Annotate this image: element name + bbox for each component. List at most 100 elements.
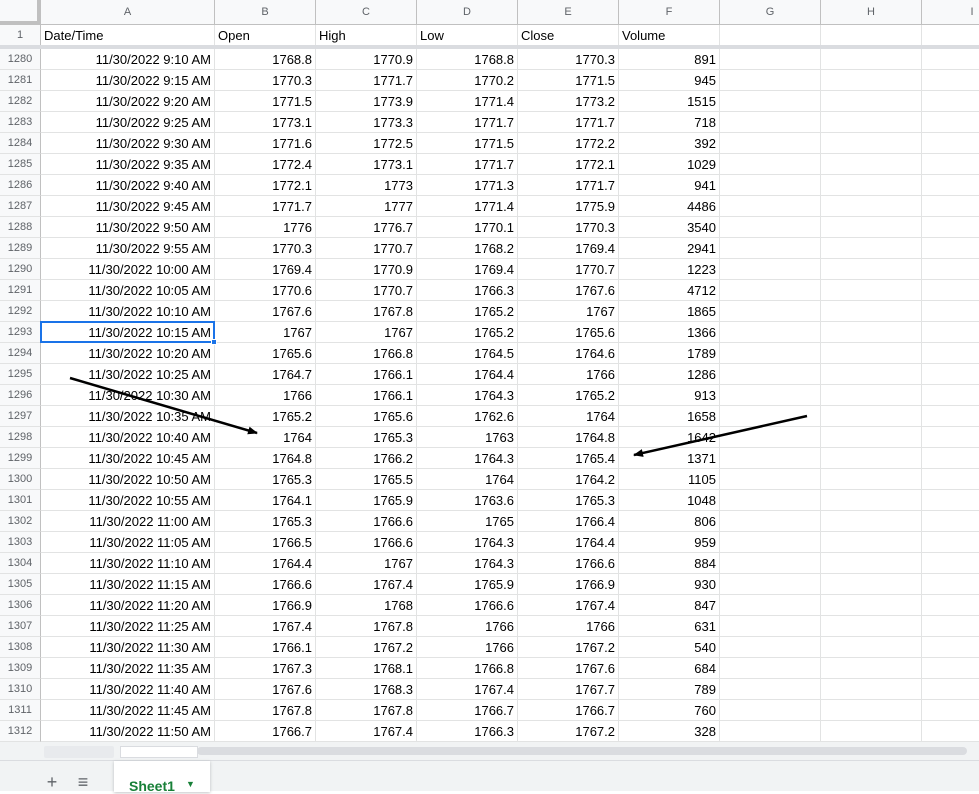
row-header[interactable]: 1289 bbox=[0, 238, 41, 259]
empty-cell[interactable] bbox=[720, 574, 821, 595]
table-cell-vol[interactable]: 959 bbox=[619, 532, 720, 553]
table-cell-high[interactable]: 1767.2 bbox=[316, 637, 417, 658]
table-cell-vol[interactable]: 4486 bbox=[619, 196, 720, 217]
row-header[interactable]: 1304 bbox=[0, 553, 41, 574]
table-cell-vol[interactable]: 884 bbox=[619, 553, 720, 574]
table-cell-vol[interactable]: 684 bbox=[619, 658, 720, 679]
empty-cell[interactable] bbox=[821, 91, 922, 112]
table-cell-low[interactable]: 1764.3 bbox=[417, 448, 518, 469]
table-cell-low[interactable]: 1768.8 bbox=[417, 49, 518, 70]
table-cell-high[interactable]: 1766.6 bbox=[316, 532, 417, 553]
empty-cell[interactable] bbox=[922, 154, 979, 175]
table-cell-dt[interactable]: 11/30/2022 11:45 AM bbox=[41, 700, 215, 721]
table-cell-high[interactable]: 1770.7 bbox=[316, 238, 417, 259]
empty-cell[interactable] bbox=[821, 448, 922, 469]
table-cell-vol[interactable]: 1105 bbox=[619, 469, 720, 490]
table-cell-low[interactable]: 1771.4 bbox=[417, 91, 518, 112]
empty-cell[interactable] bbox=[821, 427, 922, 448]
empty-cell[interactable] bbox=[922, 532, 979, 553]
row-header[interactable]: 1283 bbox=[0, 112, 41, 133]
row-header[interactable]: 1302 bbox=[0, 511, 41, 532]
table-cell-close[interactable]: 1766 bbox=[518, 616, 619, 637]
table-cell-open[interactable]: 1764.4 bbox=[215, 553, 316, 574]
table-cell-vol[interactable]: 789 bbox=[619, 679, 720, 700]
column-header-d[interactable]: D bbox=[417, 0, 518, 25]
table-cell-close[interactable]: 1771.7 bbox=[518, 175, 619, 196]
table-cell-vol[interactable]: 806 bbox=[619, 511, 720, 532]
table-cell-open[interactable]: 1770.3 bbox=[215, 238, 316, 259]
empty-cell[interactable] bbox=[821, 259, 922, 280]
row-header[interactable]: 1291 bbox=[0, 280, 41, 301]
empty-cell[interactable] bbox=[922, 301, 979, 322]
column-header-g[interactable]: G bbox=[720, 0, 821, 25]
empty-cell[interactable] bbox=[922, 112, 979, 133]
table-cell-vol[interactable]: 1865 bbox=[619, 301, 720, 322]
table-cell-low[interactable]: 1762.6 bbox=[417, 406, 518, 427]
table-cell-open[interactable]: 1767.8 bbox=[215, 700, 316, 721]
empty-cell[interactable] bbox=[922, 574, 979, 595]
spreadsheet-grid[interactable]: ABCDEFGHI 1 Date/Time Open High Low Close Volu… bbox=[0, 0, 979, 742]
table-cell-vol[interactable]: 718 bbox=[619, 112, 720, 133]
plus-icon[interactable]: + bbox=[41, 773, 63, 793]
table-cell-open[interactable]: 1766.9 bbox=[215, 595, 316, 616]
table-cell-vol[interactable]: 1223 bbox=[619, 259, 720, 280]
table-cell-close[interactable]: 1765.6 bbox=[518, 322, 619, 343]
empty-cell[interactable] bbox=[720, 133, 821, 154]
table-cell-high[interactable]: 1765.6 bbox=[316, 406, 417, 427]
empty-cell[interactable] bbox=[720, 721, 821, 742]
row-header[interactable]: 1308 bbox=[0, 637, 41, 658]
table-cell-vol[interactable]: 891 bbox=[619, 49, 720, 70]
header-cell-close[interactable]: Close bbox=[518, 25, 619, 46]
table-cell-vol[interactable]: 2941 bbox=[619, 238, 720, 259]
table-cell-low[interactable]: 1766.3 bbox=[417, 721, 518, 742]
empty-cell[interactable] bbox=[720, 91, 821, 112]
table-cell-low[interactable]: 1770.1 bbox=[417, 217, 518, 238]
table-cell-high[interactable]: 1765.5 bbox=[316, 469, 417, 490]
table-cell-high[interactable]: 1767.4 bbox=[316, 721, 417, 742]
empty-cell[interactable] bbox=[720, 427, 821, 448]
table-cell-high[interactable]: 1767 bbox=[316, 553, 417, 574]
table-cell-open[interactable]: 1765.3 bbox=[215, 469, 316, 490]
table-cell-dt[interactable]: 11/30/2022 9:10 AM bbox=[41, 49, 215, 70]
row-header[interactable]: 1306 bbox=[0, 595, 41, 616]
table-cell-dt[interactable]: 11/30/2022 11:20 AM bbox=[41, 595, 215, 616]
empty-cell[interactable] bbox=[922, 427, 979, 448]
empty-cell[interactable] bbox=[720, 259, 821, 280]
table-cell-close[interactable]: 1764.4 bbox=[518, 532, 619, 553]
table-cell-high[interactable]: 1765.3 bbox=[316, 427, 417, 448]
empty-cell[interactable] bbox=[922, 385, 979, 406]
table-cell-dt[interactable]: 11/30/2022 10:45 AM bbox=[41, 448, 215, 469]
table-cell-dt[interactable]: 11/30/2022 9:30 AM bbox=[41, 133, 215, 154]
table-cell-low[interactable]: 1771.4 bbox=[417, 196, 518, 217]
table-cell-vol[interactable]: 913 bbox=[619, 385, 720, 406]
row-header[interactable]: 1287 bbox=[0, 196, 41, 217]
table-cell-low[interactable]: 1764.4 bbox=[417, 364, 518, 385]
table-cell-close[interactable]: 1770.3 bbox=[518, 49, 619, 70]
table-cell-open[interactable]: 1767.3 bbox=[215, 658, 316, 679]
table-cell-open[interactable]: 1769.4 bbox=[215, 259, 316, 280]
table-cell-vol[interactable]: 941 bbox=[619, 175, 720, 196]
table-cell-open[interactable]: 1767.6 bbox=[215, 679, 316, 700]
table-cell-vol[interactable]: 4712 bbox=[619, 280, 720, 301]
table-cell-low[interactable]: 1765 bbox=[417, 511, 518, 532]
row-header[interactable]: 1309 bbox=[0, 658, 41, 679]
select-all-corner[interactable] bbox=[0, 0, 41, 25]
table-cell-close[interactable]: 1771.7 bbox=[518, 112, 619, 133]
table-cell-high[interactable]: 1773 bbox=[316, 175, 417, 196]
table-cell-open[interactable]: 1766.5 bbox=[215, 532, 316, 553]
empty-cell[interactable] bbox=[720, 511, 821, 532]
table-cell-low[interactable]: 1764 bbox=[417, 469, 518, 490]
table-cell-high[interactable]: 1766.1 bbox=[316, 385, 417, 406]
table-cell-dt[interactable]: 11/30/2022 10:35 AM bbox=[41, 406, 215, 427]
table-cell-dt[interactable]: 11/30/2022 10:15 AM bbox=[41, 322, 215, 343]
header-cell-volume[interactable]: Volume bbox=[619, 25, 720, 46]
row-header[interactable]: 1 bbox=[0, 25, 41, 46]
row-header[interactable]: 1297 bbox=[0, 406, 41, 427]
table-cell-close[interactable]: 1767.4 bbox=[518, 595, 619, 616]
empty-cell[interactable] bbox=[922, 133, 979, 154]
table-cell-open[interactable]: 1764.8 bbox=[215, 448, 316, 469]
table-cell-open[interactable]: 1771.5 bbox=[215, 91, 316, 112]
sheet-list-icon[interactable]: ≡ bbox=[72, 773, 94, 793]
table-cell-high[interactable]: 1768.1 bbox=[316, 658, 417, 679]
table-cell-close[interactable]: 1772.1 bbox=[518, 154, 619, 175]
